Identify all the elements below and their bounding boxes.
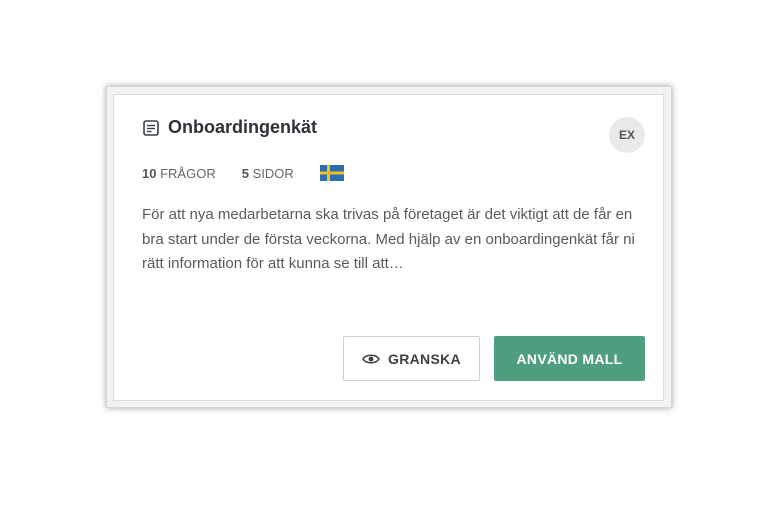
review-button-label: GRANSKA	[388, 350, 461, 367]
card-title-row: Onboardingenkät	[142, 117, 317, 138]
question-count: 10 FRÅGOR	[142, 166, 216, 181]
card-title: Onboardingenkät	[168, 117, 318, 137]
page-count-value: 5	[241, 165, 249, 181]
page-count-label: SIDOR	[252, 165, 294, 181]
card-description: För att nya medarbetarna ska trivas på f…	[142, 206, 635, 272]
sweden-flag-icon	[319, 165, 344, 181]
eye-icon	[362, 353, 380, 365]
document-icon	[142, 119, 160, 137]
page-count: 5 SIDOR	[242, 166, 294, 181]
language-badge: EX	[609, 117, 645, 153]
review-button[interactable]: GRANSKA	[343, 336, 480, 381]
question-count-value: 10	[142, 165, 157, 181]
use-template-button[interactable]: ANVÄND MALL	[494, 336, 645, 381]
card-meta: 10 FRÅGOR 5 SIDOR	[142, 165, 344, 181]
template-card: Onboardingenkät EX 10 FRÅGOR 5 SIDOR För…	[113, 94, 664, 401]
question-count-label: FRÅGOR	[160, 165, 216, 181]
